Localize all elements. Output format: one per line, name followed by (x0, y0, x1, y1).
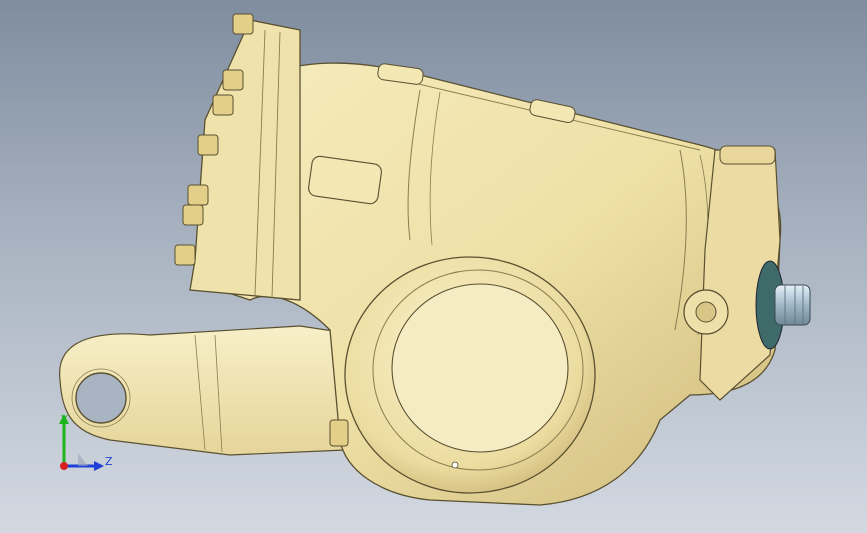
axis-triad: Y Z (59, 413, 113, 471)
steering-gear-model[interactable] (0, 0, 867, 533)
x-axis-origin (60, 462, 68, 470)
hydraulic-fitting[interactable] (755, 260, 811, 350)
bolt (197, 134, 219, 156)
bolt (187, 184, 209, 206)
y-axis-label: Y (60, 413, 68, 426)
z-axis-label: Z (105, 455, 113, 468)
bolt (182, 204, 204, 226)
bolt (174, 244, 196, 266)
bolt (232, 13, 254, 35)
bolt (212, 94, 234, 116)
sector-shaft-cover[interactable] (344, 256, 596, 494)
z-arrow-icon (94, 461, 104, 471)
mount-bolt (329, 419, 349, 447)
end-cap[interactable] (174, 13, 301, 301)
bolt (222, 69, 244, 91)
cad-viewport[interactable]: Y Z (0, 0, 867, 533)
